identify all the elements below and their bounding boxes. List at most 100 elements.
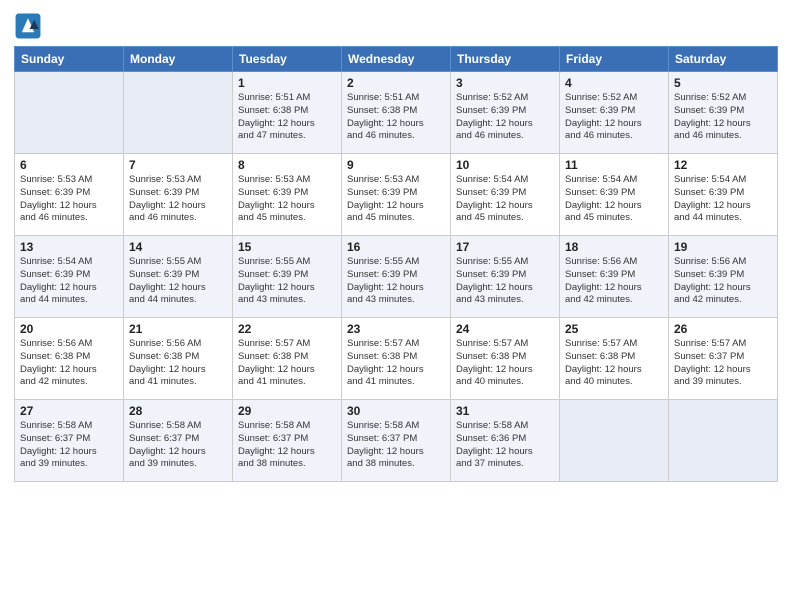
- day-number: 25: [565, 322, 663, 336]
- calendar-cell: 5 Sunrise: 5:52 AMSunset: 6:39 PMDaylight…: [669, 72, 778, 154]
- calendar-cell: 4 Sunrise: 5:52 AMSunset: 6:39 PMDaylight…: [560, 72, 669, 154]
- calendar-cell: [560, 400, 669, 482]
- logo-icon: [14, 12, 42, 40]
- calendar-week-row: 20Sunrise: 5:56 AMSunset: 6:38 PMDayligh…: [15, 318, 778, 400]
- day-info: Sunrise: 5:58 AMSunset: 6:37 PMDaylight:…: [20, 420, 118, 471]
- header: [14, 12, 778, 40]
- weekday-header: Sunday: [15, 47, 124, 72]
- calendar-cell: 7 Sunrise: 5:53 AMSunset: 6:39 PMDaylight…: [124, 154, 233, 236]
- calendar-cell: [669, 400, 778, 482]
- calendar-cell: [124, 72, 233, 154]
- calendar-cell: 23 Sunrise: 5:57 AMSunset: 6:38 PMDayligh…: [342, 318, 451, 400]
- calendar-week-row: 27 Sunrise: 5:58 AMSunset: 6:37 PMDayligh…: [15, 400, 778, 482]
- day-info: Sunrise: 5:58 AMSunset: 6:37 PMDaylight:…: [347, 420, 445, 471]
- day-info: Sunrise: 5:51 AMSunset: 6:38 PMDaylight:…: [347, 92, 445, 143]
- calendar-cell: 8 Sunrise: 5:53 AMSunset: 6:39 PMDaylight…: [233, 154, 342, 236]
- day-number: 10: [456, 158, 554, 172]
- weekday-header: Wednesday: [342, 47, 451, 72]
- calendar-cell: 29 Sunrise: 5:58 AMSunset: 6:37 PMDayligh…: [233, 400, 342, 482]
- calendar-cell: 19 Sunrise: 5:56 AMSunset: 6:39 PMDayligh…: [669, 236, 778, 318]
- day-info: Sunrise: 5:55 AMSunset: 6:39 PMDaylight:…: [238, 256, 336, 307]
- calendar-cell: 2Sunrise: 5:51 AMSunset: 6:38 PMDaylight…: [342, 72, 451, 154]
- calendar-cell: [15, 72, 124, 154]
- day-number: 18: [565, 240, 663, 254]
- day-number: 28: [129, 404, 227, 418]
- day-info: Sunrise: 5:57 AMSunset: 6:37 PMDaylight:…: [674, 338, 772, 389]
- calendar-cell: 27 Sunrise: 5:58 AMSunset: 6:37 PMDayligh…: [15, 400, 124, 482]
- day-number: 27: [20, 404, 118, 418]
- day-number: 30: [347, 404, 445, 418]
- day-info: Sunrise: 5:57 AMSunset: 6:38 PMDaylight:…: [456, 338, 554, 389]
- calendar-cell: 10 Sunrise: 5:54 AMSunset: 6:39 PMDayligh…: [451, 154, 560, 236]
- day-info: Sunrise: 5:52 AMSunset: 6:39 PMDaylight:…: [565, 92, 663, 143]
- weekday-header: Tuesday: [233, 47, 342, 72]
- calendar-cell: 1 Sunrise: 5:51 AMSunset: 6:38 PMDaylight…: [233, 72, 342, 154]
- day-number: 23: [347, 322, 445, 336]
- calendar-cell: 3 Sunrise: 5:52 AMSunset: 6:39 PMDaylight…: [451, 72, 560, 154]
- calendar-week-row: 13 Sunrise: 5:54 AMSunset: 6:39 PMDayligh…: [15, 236, 778, 318]
- day-info: Sunrise: 5:56 AMSunset: 6:38 PMDaylight:…: [20, 338, 118, 389]
- calendar-week-row: 1 Sunrise: 5:51 AMSunset: 6:38 PMDaylight…: [15, 72, 778, 154]
- calendar-cell: 26Sunrise: 5:57 AMSunset: 6:37 PMDayligh…: [669, 318, 778, 400]
- day-number: 13: [20, 240, 118, 254]
- calendar-cell: 25 Sunrise: 5:57 AMSunset: 6:38 PMDayligh…: [560, 318, 669, 400]
- day-number: 29: [238, 404, 336, 418]
- calendar-cell: 12 Sunrise: 5:54 AMSunset: 6:39 PMDayligh…: [669, 154, 778, 236]
- day-number: 17: [456, 240, 554, 254]
- weekday-header: Thursday: [451, 47, 560, 72]
- calendar-cell: 17Sunrise: 5:55 AMSunset: 6:39 PMDayligh…: [451, 236, 560, 318]
- day-number: 1: [238, 76, 336, 90]
- day-info: Sunrise: 5:56 AMSunset: 6:39 PMDaylight:…: [674, 256, 772, 307]
- day-number: 5: [674, 76, 772, 90]
- day-info: Sunrise: 5:58 AMSunset: 6:36 PMDaylight:…: [456, 420, 554, 471]
- day-number: 4: [565, 76, 663, 90]
- weekday-header-row: SundayMondayTuesdayWednesdayThursdayFrid…: [15, 47, 778, 72]
- calendar-cell: 6Sunrise: 5:53 AMSunset: 6:39 PMDaylight…: [15, 154, 124, 236]
- day-info: Sunrise: 5:53 AMSunset: 6:39 PMDaylight:…: [129, 174, 227, 225]
- calendar-cell: 31 Sunrise: 5:58 AMSunset: 6:36 PMDayligh…: [451, 400, 560, 482]
- day-info: Sunrise: 5:54 AMSunset: 6:39 PMDaylight:…: [565, 174, 663, 225]
- weekday-header: Monday: [124, 47, 233, 72]
- day-number: 8: [238, 158, 336, 172]
- calendar-cell: 22 Sunrise: 5:57 AMSunset: 6:38 PMDayligh…: [233, 318, 342, 400]
- day-info: Sunrise: 5:54 AMSunset: 6:39 PMDaylight:…: [674, 174, 772, 225]
- day-number: 31: [456, 404, 554, 418]
- day-number: 3: [456, 76, 554, 90]
- day-number: 16: [347, 240, 445, 254]
- day-info: Sunrise: 5:56 AMSunset: 6:38 PMDaylight:…: [129, 338, 227, 389]
- calendar-cell: 13 Sunrise: 5:54 AMSunset: 6:39 PMDayligh…: [15, 236, 124, 318]
- day-info: Sunrise: 5:51 AMSunset: 6:38 PMDaylight:…: [238, 92, 336, 143]
- day-number: 21: [129, 322, 227, 336]
- logo: [14, 12, 46, 40]
- day-number: 6: [20, 158, 118, 172]
- day-number: 9: [347, 158, 445, 172]
- day-info: Sunrise: 5:54 AMSunset: 6:39 PMDaylight:…: [456, 174, 554, 225]
- calendar-cell: 11 Sunrise: 5:54 AMSunset: 6:39 PMDayligh…: [560, 154, 669, 236]
- day-info: Sunrise: 5:58 AMSunset: 6:37 PMDaylight:…: [129, 420, 227, 471]
- day-number: 19: [674, 240, 772, 254]
- calendar-cell: 24 Sunrise: 5:57 AMSunset: 6:38 PMDayligh…: [451, 318, 560, 400]
- day-number: 24: [456, 322, 554, 336]
- day-number: 12: [674, 158, 772, 172]
- day-info: Sunrise: 5:52 AMSunset: 6:39 PMDaylight:…: [674, 92, 772, 143]
- day-info: Sunrise: 5:56 AMSunset: 6:39 PMDaylight:…: [565, 256, 663, 307]
- weekday-header: Friday: [560, 47, 669, 72]
- day-info: Sunrise: 5:54 AMSunset: 6:39 PMDaylight:…: [20, 256, 118, 307]
- day-info: Sunrise: 5:53 AMSunset: 6:39 PMDaylight:…: [238, 174, 336, 225]
- day-info: Sunrise: 5:55 AMSunset: 6:39 PMDaylight:…: [347, 256, 445, 307]
- day-info: Sunrise: 5:57 AMSunset: 6:38 PMDaylight:…: [238, 338, 336, 389]
- calendar-cell: 9Sunrise: 5:53 AMSunset: 6:39 PMDaylight…: [342, 154, 451, 236]
- day-number: 22: [238, 322, 336, 336]
- day-number: 14: [129, 240, 227, 254]
- calendar-cell: 21 Sunrise: 5:56 AMSunset: 6:38 PMDayligh…: [124, 318, 233, 400]
- day-info: Sunrise: 5:57 AMSunset: 6:38 PMDaylight:…: [347, 338, 445, 389]
- day-info: Sunrise: 5:58 AMSunset: 6:37 PMDaylight:…: [238, 420, 336, 471]
- day-info: Sunrise: 5:57 AMSunset: 6:38 PMDaylight:…: [565, 338, 663, 389]
- day-number: 7: [129, 158, 227, 172]
- calendar-week-row: 6 Sunrise: 5:53 AMSunset: 6:39 PMDaylight…: [15, 154, 778, 236]
- day-info: Sunrise: 5:52 AMSunset: 6:39 PMDaylight:…: [456, 92, 554, 143]
- calendar-cell: 30 Sunrise: 5:58 AMSunset: 6:37 PMDayligh…: [342, 400, 451, 482]
- calendar-cell: 15Sunrise: 5:55 AMSunset: 6:39 PMDayligh…: [233, 236, 342, 318]
- calendar-cell: 16 Sunrise: 5:55 AMSunset: 6:39 PMDayligh…: [342, 236, 451, 318]
- day-number: 11: [565, 158, 663, 172]
